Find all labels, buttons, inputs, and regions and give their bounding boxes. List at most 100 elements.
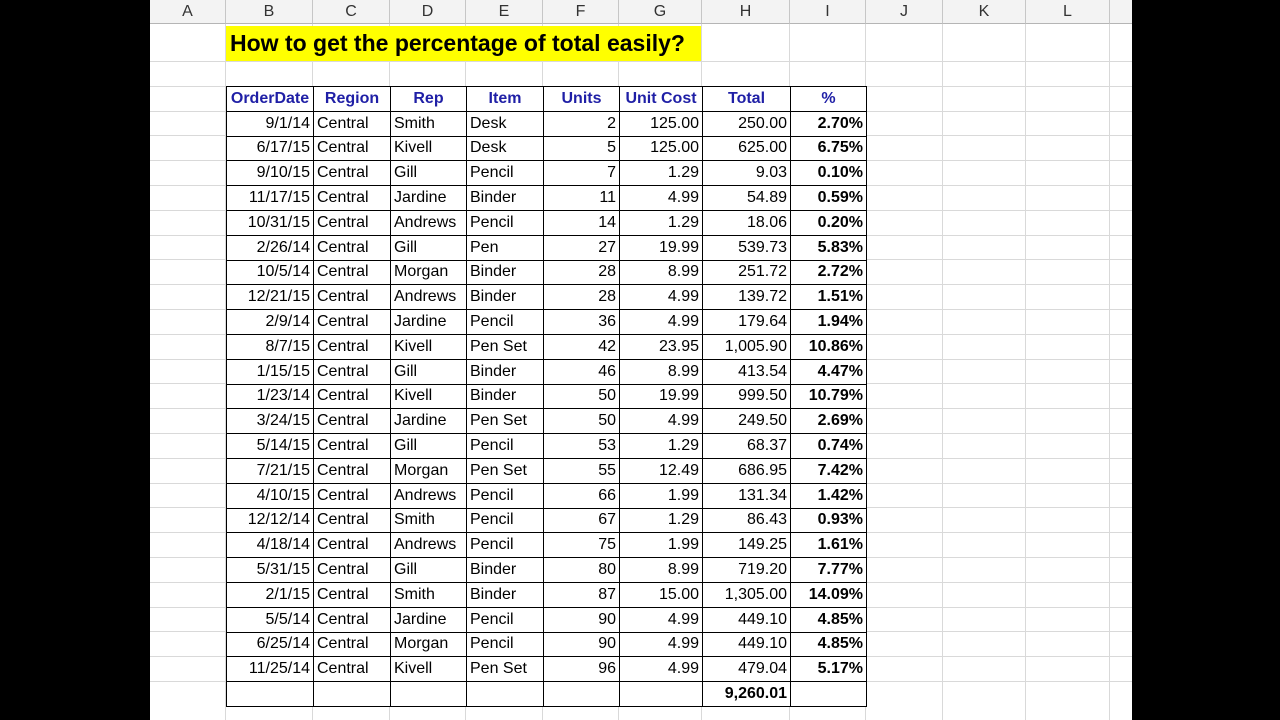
cell-percent[interactable]: 5.17% [790, 656, 867, 683]
cell-percent[interactable]: 7.77% [790, 557, 867, 583]
cell-rep[interactable]: Kivell [390, 135, 467, 162]
cell-item[interactable]: Pencil [466, 606, 544, 633]
cell-order-date[interactable]: 11/25/14 [226, 656, 314, 683]
cell-percent[interactable]: 4.47% [790, 358, 867, 385]
cell-units[interactable]: 96 [543, 656, 620, 683]
cell-region[interactable]: Central [313, 532, 391, 559]
cell-percent[interactable]: 7.42% [790, 457, 867, 484]
cell-total[interactable]: 54.89 [702, 185, 791, 211]
cell-rep[interactable]: Andrews [390, 482, 467, 509]
cell-units[interactable]: 75 [543, 532, 620, 559]
cell-percent[interactable]: 0.20% [790, 209, 867, 236]
cell-item[interactable]: Pencil [466, 507, 544, 534]
cell-percent[interactable]: 0.93% [790, 507, 867, 534]
cell-total[interactable]: 68.37 [702, 433, 791, 459]
cell-order-date[interactable]: 2/9/14 [226, 309, 314, 335]
column-header-c[interactable]: C [313, 0, 390, 24]
cell-item[interactable]: Desk [466, 110, 544, 137]
cell-unit-cost[interactable]: 4.99 [619, 309, 703, 335]
cell-total[interactable]: 719.20 [702, 557, 791, 583]
cell-region[interactable]: Central [313, 135, 391, 162]
cell-total[interactable]: 251.72 [702, 259, 791, 286]
cell-percent[interactable]: 1.94% [790, 309, 867, 335]
cell-order-date[interactable]: 10/5/14 [226, 259, 314, 286]
cell-order-date[interactable]: 9/10/15 [226, 160, 314, 187]
header-percent[interactable]: % [790, 86, 867, 112]
cell-unit-cost[interactable]: 8.99 [619, 358, 703, 385]
cell-total[interactable]: 249.50 [702, 408, 791, 435]
cell-percent[interactable]: 1.42% [790, 482, 867, 509]
cell-unit-cost[interactable]: 15.00 [619, 581, 703, 608]
cell-units[interactable]: 28 [543, 259, 620, 286]
cell-total[interactable]: 686.95 [702, 457, 791, 484]
cell-unit-cost[interactable]: 1.99 [619, 532, 703, 559]
cell-region[interactable]: Central [313, 557, 391, 583]
column-header-i[interactable]: I [790, 0, 866, 24]
cell-item[interactable]: Binder [466, 284, 544, 311]
cell-rep[interactable]: Jardine [390, 309, 467, 335]
empty-cell[interactable] [313, 681, 391, 707]
cell-percent[interactable]: 6.75% [790, 135, 867, 162]
cell-percent[interactable]: 10.86% [790, 333, 867, 360]
cell-item[interactable]: Binder [466, 358, 544, 385]
cell-order-date[interactable]: 5/14/15 [226, 433, 314, 459]
cell-unit-cost[interactable]: 23.95 [619, 333, 703, 360]
cell-units[interactable]: 5 [543, 135, 620, 162]
cell-total[interactable]: 479.04 [702, 656, 791, 683]
empty-cell[interactable] [790, 681, 867, 707]
cell-total[interactable]: 539.73 [702, 234, 791, 261]
cell-rep[interactable]: Smith [390, 507, 467, 534]
cell-percent[interactable]: 1.51% [790, 284, 867, 311]
cell-units[interactable]: 66 [543, 482, 620, 509]
cell-total[interactable]: 86.43 [702, 507, 791, 534]
cell-percent[interactable]: 0.74% [790, 433, 867, 459]
cell-item[interactable]: Pen Set [466, 408, 544, 435]
cell-region[interactable]: Central [313, 309, 391, 335]
cell-region[interactable]: Central [313, 631, 391, 658]
cell-unit-cost[interactable]: 19.99 [619, 234, 703, 261]
cell-units[interactable]: 27 [543, 234, 620, 261]
cell-unit-cost[interactable]: 12.49 [619, 457, 703, 484]
cell-total[interactable]: 625.00 [702, 135, 791, 162]
cell-region[interactable]: Central [313, 259, 391, 286]
column-header-h[interactable]: H [702, 0, 790, 24]
cell-units[interactable]: 36 [543, 309, 620, 335]
cell-percent[interactable]: 0.59% [790, 185, 867, 211]
cell-percent[interactable]: 10.79% [790, 383, 867, 410]
cell-unit-cost[interactable]: 19.99 [619, 383, 703, 410]
cell-item[interactable]: Pencil [466, 433, 544, 459]
cell-order-date[interactable]: 11/17/15 [226, 185, 314, 211]
cell-unit-cost[interactable]: 1.29 [619, 209, 703, 236]
cell-rep[interactable]: Gill [390, 557, 467, 583]
cell-order-date[interactable]: 6/17/15 [226, 135, 314, 162]
cell-rep[interactable]: Jardine [390, 606, 467, 633]
empty-cell[interactable] [390, 681, 467, 707]
cell-region[interactable]: Central [313, 433, 391, 459]
cell-item[interactable]: Pen Set [466, 457, 544, 484]
cell-rep[interactable]: Smith [390, 110, 467, 137]
cell-region[interactable]: Central [313, 581, 391, 608]
cell-item[interactable]: Pencil [466, 160, 544, 187]
cell-region[interactable]: Central [313, 333, 391, 360]
empty-cell[interactable] [466, 681, 544, 707]
cell-total[interactable]: 1,005.90 [702, 333, 791, 360]
cell-region[interactable]: Central [313, 358, 391, 385]
header-item[interactable]: Item [466, 86, 544, 112]
cell-region[interactable]: Central [313, 457, 391, 484]
sheet-title[interactable]: How to get the percentage of total easil… [226, 26, 701, 61]
cell-item[interactable]: Binder [466, 259, 544, 286]
cell-unit-cost[interactable]: 1.29 [619, 160, 703, 187]
cell-units[interactable]: 80 [543, 557, 620, 583]
cell-units[interactable]: 50 [543, 383, 620, 410]
cell-region[interactable]: Central [313, 234, 391, 261]
cell-order-date[interactable]: 5/5/14 [226, 606, 314, 633]
cell-rep[interactable]: Kivell [390, 383, 467, 410]
cell-unit-cost[interactable]: 4.99 [619, 631, 703, 658]
cell-units[interactable]: 50 [543, 408, 620, 435]
cell-unit-cost[interactable]: 1.99 [619, 482, 703, 509]
cell-rep[interactable]: Smith [390, 581, 467, 608]
cell-order-date[interactable]: 1/23/14 [226, 383, 314, 410]
spreadsheet-grid[interactable]: ABCDEFGHIJKL How to get the percentage o… [150, 0, 1132, 720]
cell-rep[interactable]: Kivell [390, 656, 467, 683]
cell-rep[interactable]: Jardine [390, 185, 467, 211]
